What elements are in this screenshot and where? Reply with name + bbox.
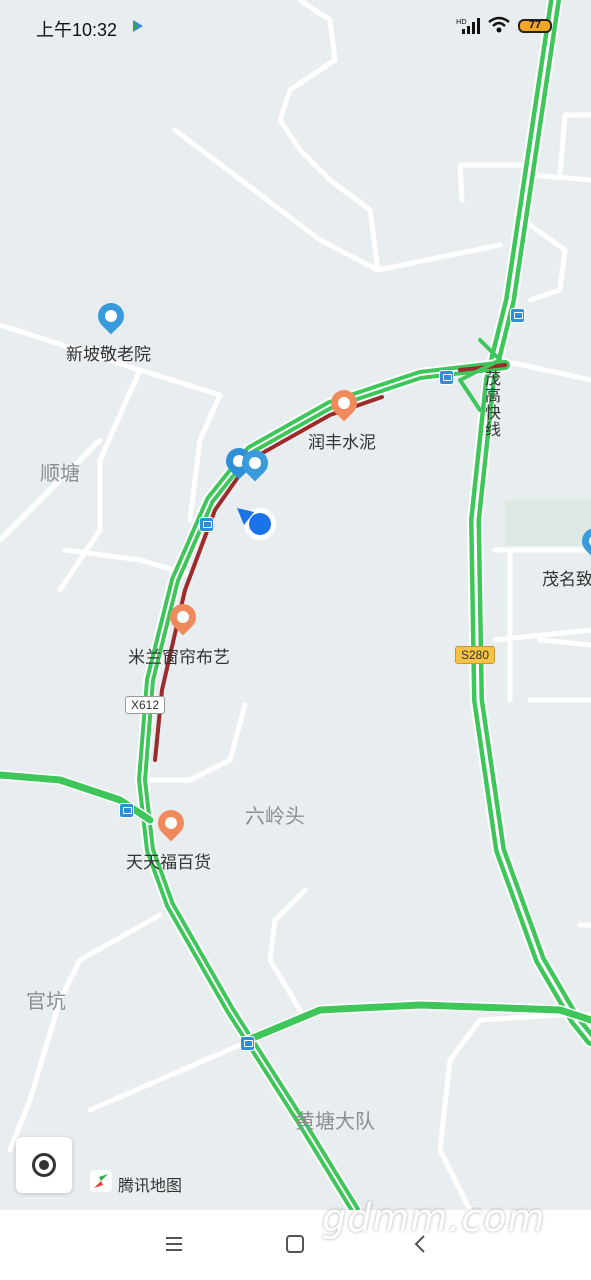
poi-label-maoming[interactable]: 茂名致 [542, 565, 591, 590]
area-label: 顺塘 [40, 463, 80, 485]
wifi-icon [488, 16, 510, 33]
area-label: 六岭头 [245, 806, 305, 828]
bus-stop-icon[interactable] [510, 308, 525, 323]
bus-stop-icon[interactable] [439, 370, 454, 385]
bus-stop-icon[interactable] [199, 517, 214, 532]
status-bar: 上午10:32 HD 77 [0, 0, 591, 52]
battery-icon: 77 [518, 19, 552, 33]
status-time: 上午10:32 [36, 20, 118, 40]
home-icon[interactable] [285, 1234, 305, 1254]
poi-label-cement[interactable]: 润丰水泥 [308, 428, 376, 453]
area-label: 黄塘大队 [295, 1111, 375, 1133]
tencent-map-logo-icon [90, 1170, 112, 1192]
expressway-label: 茂高快线 [482, 370, 499, 438]
poi-label-department-store[interactable]: 天天福百货 [126, 848, 211, 873]
map-roads [0, 0, 591, 1210]
poi-label-nursing-home[interactable]: 新坡敬老院 [66, 340, 151, 365]
menu-icon[interactable] [164, 1234, 184, 1254]
map-canvas[interactable]: 新坡敬老院 润丰水泥 米兰窗帘布艺 天天福百货 茂名致 顺塘 六岭头 官坑 黄塘… [0, 0, 591, 1210]
poi-label-curtain[interactable]: 米兰窗帘布艺 [128, 643, 230, 668]
watermark: gdmm.com [322, 1196, 546, 1240]
road-shield-x612: X612 [125, 696, 166, 714]
bus-stop-icon[interactable] [119, 803, 134, 818]
locate-me-button[interactable] [16, 1137, 72, 1193]
signal-icon: HD [456, 18, 480, 34]
bus-stop-icon[interactable] [240, 1036, 255, 1051]
battery-level: 77 [528, 19, 542, 31]
play-store-icon [133, 20, 143, 32]
road-shield-s280: S280 [455, 646, 496, 664]
map-attribution: 腾讯地图 [118, 1178, 183, 1195]
network-label: HD [456, 18, 467, 26]
area-label: 官坑 [26, 991, 66, 1013]
